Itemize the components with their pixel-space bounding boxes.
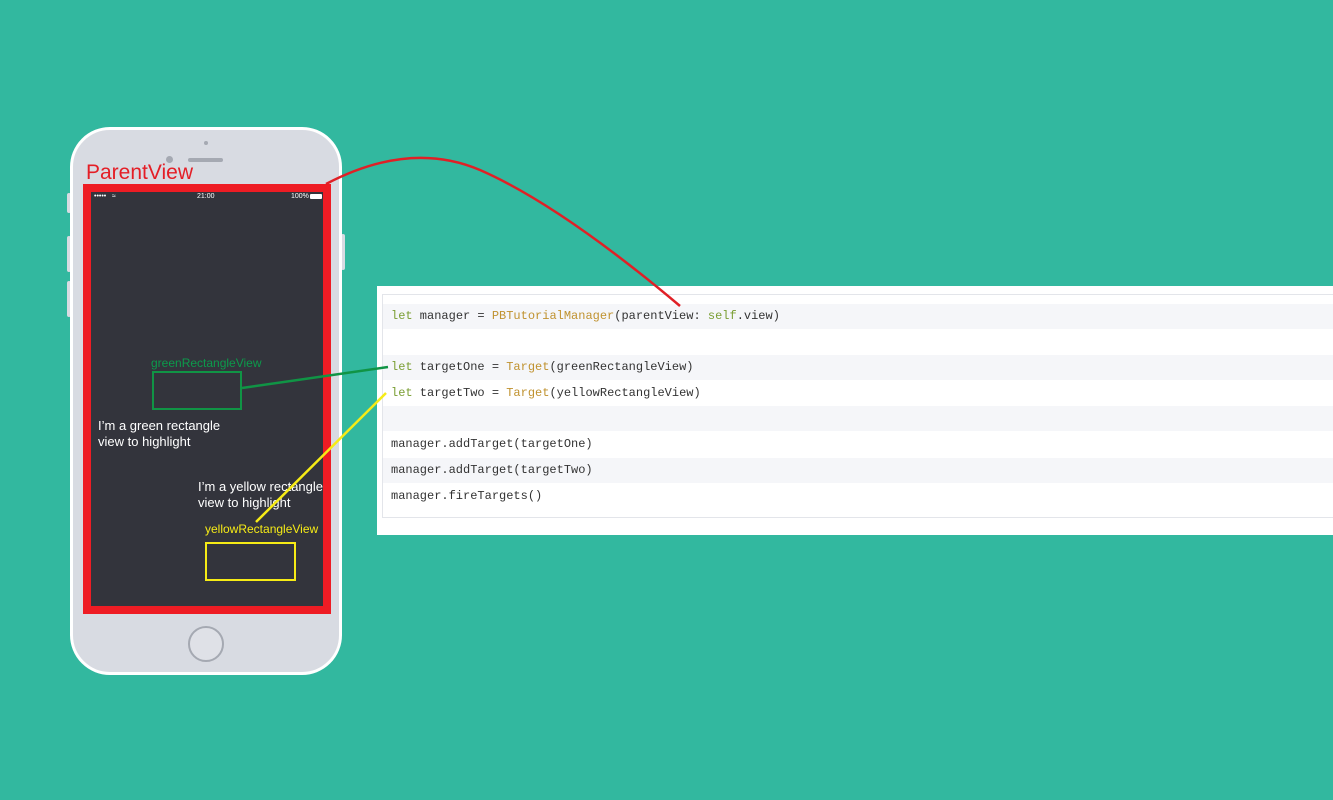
type-name: PBTutorialManager: [491, 309, 615, 323]
green-view-label: greenRectangleView: [151, 356, 262, 370]
code-text: (yellowRectangleView): [549, 386, 701, 400]
wifi-icon: ≈: [112, 193, 116, 200]
code-line-target-two: let targetTwo = Target(yellowRectangleVi…: [383, 381, 1333, 406]
keyword: let: [391, 309, 413, 323]
code-line-target-one: let targetOne = Target(greenRectangleVie…: [383, 355, 1333, 380]
code-text: targetTwo =: [412, 386, 507, 400]
code-line-fire-targets: manager.fireTargets(): [391, 489, 543, 503]
code-text: .view): [736, 309, 780, 323]
code-line-add-target-two: manager.addTarget(targetTwo): [383, 458, 1333, 483]
code-text: (parentView:: [614, 309, 708, 323]
yellow-rectangle-view: [205, 542, 296, 581]
battery-percent: 100%: [291, 193, 309, 200]
parent-view-label: ParentView: [86, 161, 194, 184]
proximity-sensor: [204, 141, 208, 145]
home-button[interactable]: [188, 626, 224, 662]
code-text: (greenRectangleView): [549, 360, 694, 374]
code-text: manager =: [412, 309, 492, 323]
parent-view-connector: [325, 156, 681, 307]
yellow-view-caption: I’m a yellow rectangle view to highlight: [198, 479, 323, 510]
green-rectangle-view: [152, 371, 242, 410]
yellow-view-label: yellowRectangleView: [205, 522, 319, 536]
green-view-caption: I’m a green rectangle view to highlight: [98, 418, 221, 449]
status-time: 21:00: [197, 193, 215, 200]
code-line-empty: [383, 406, 1333, 431]
battery-icon: [310, 194, 322, 199]
type-name: Target: [506, 386, 550, 400]
code-text: targetOne =: [412, 360, 507, 374]
keyword: let: [391, 360, 413, 374]
keyword: let: [391, 386, 413, 400]
signal-indicator: •••••: [94, 193, 107, 200]
keyword: self: [707, 309, 737, 323]
type-name: Target: [506, 360, 550, 374]
code-line-add-target-one: manager.addTarget(targetOne): [391, 437, 593, 451]
earpiece-speaker: [188, 158, 223, 162]
code-line-manager: let manager = PBTutorialManager(parentVi…: [383, 304, 1333, 329]
